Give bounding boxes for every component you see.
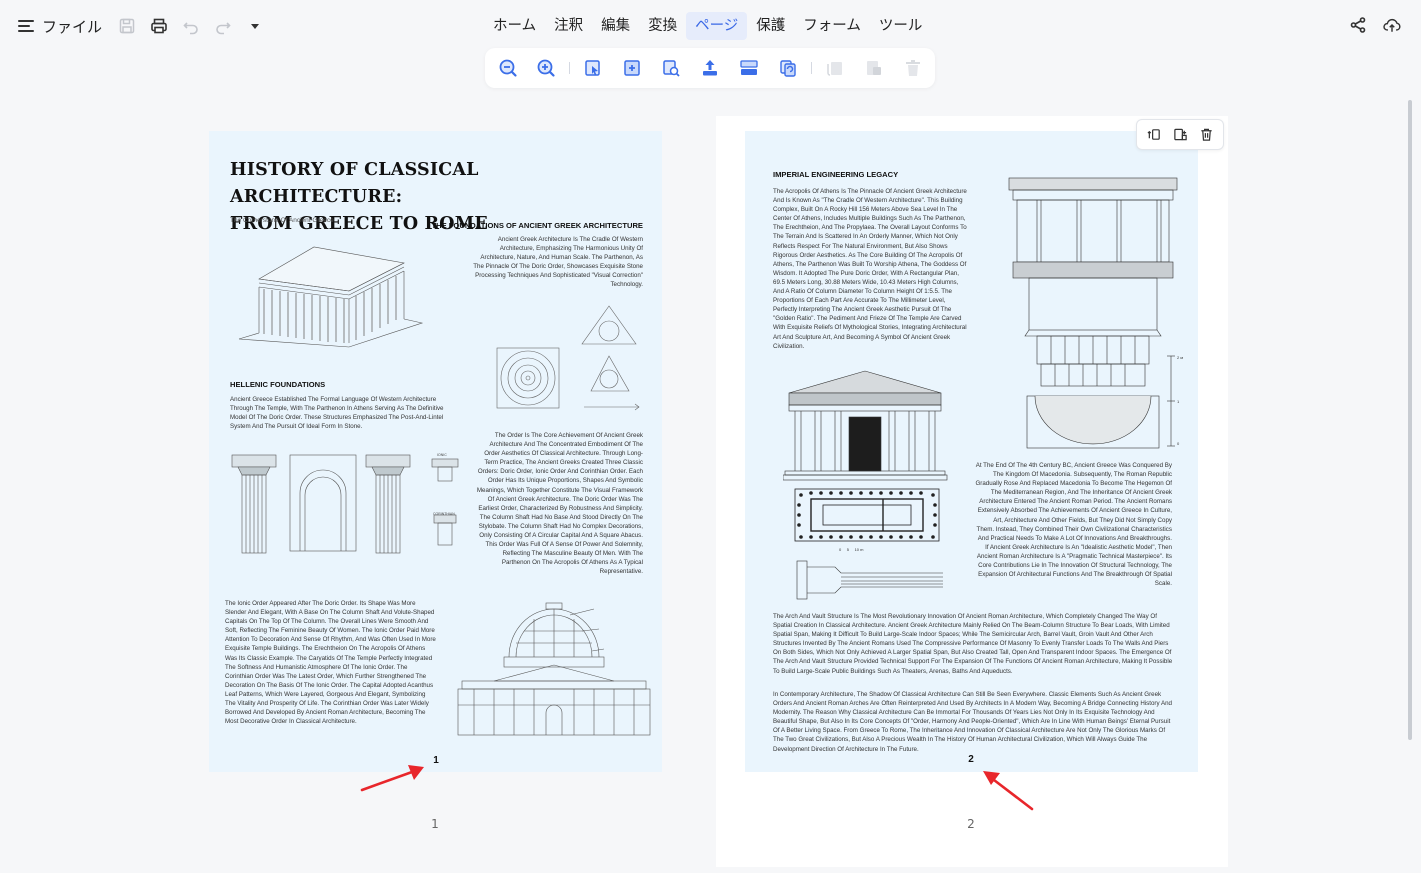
column-base-illustration	[796, 560, 943, 600]
plan-scale-label: 0 5 10 m	[839, 547, 864, 552]
parthenon-illustration	[238, 246, 424, 348]
foundations-heading: THE FOUNDATIONS OF ANCIENT GREEK ARCHITE…	[431, 221, 644, 230]
ionic-order-text: The Ionic Order Appeared After The Doric…	[225, 600, 436, 726]
tab-edit[interactable]: 編集	[592, 12, 639, 40]
imperial-heading: IMPERIAL ENGINEERING LEGACY	[773, 170, 899, 179]
dropdown-icon[interactable]	[244, 15, 266, 37]
save-icon[interactable]	[116, 15, 138, 37]
tab-page[interactable]: ページ	[686, 12, 748, 40]
cloud-upload-icon[interactable]	[1381, 14, 1403, 36]
tab-protect[interactable]: 保護	[747, 12, 794, 40]
arch-vault-text: The Arch And Vault Structure Is The Most…	[773, 613, 1173, 675]
quick-access-bar: ファイル	[18, 14, 266, 38]
tab-home[interactable]: ホーム	[484, 12, 545, 40]
select-page-icon[interactable]	[582, 57, 604, 79]
thumbnail-label-1: 1	[431, 817, 439, 831]
arrow-annotation-1	[360, 765, 424, 792]
hellenic-heading: HELLENIC FOUNDATIONS	[230, 380, 326, 389]
zoom-out-icon[interactable]	[497, 57, 519, 79]
page-hover-toolbar	[1136, 119, 1224, 150]
undo-icon[interactable]	[180, 15, 202, 37]
split-page-icon[interactable]	[738, 57, 760, 79]
rotate-right-icon[interactable]	[863, 57, 885, 79]
scale-label-1: 1	[1177, 399, 1180, 404]
tab-annotate[interactable]: 注釈	[545, 12, 592, 40]
thumbnail-label-2: 2	[967, 817, 975, 831]
trash-icon[interactable]	[1197, 126, 1215, 144]
top-right-actions	[1335, 14, 1403, 36]
main-menu-tabs: ホーム 注釈 編集 変換 ページ 保護 フォーム ツール	[484, 12, 931, 40]
geometry-diagrams	[496, 305, 640, 411]
order-text: The Order Is The Core Achievement Of Anc…	[476, 432, 643, 576]
scale-label-2m: 2 м	[1177, 355, 1184, 360]
foundations-text: Ancient Greek Architecture Is The Cradle…	[473, 236, 643, 289]
scale-label-0: 0	[1177, 441, 1180, 446]
toolbar-separator	[569, 62, 570, 74]
delete-page-icon[interactable]	[902, 57, 924, 79]
replace-page-icon[interactable]	[777, 57, 799, 79]
rotate-left-icon[interactable]	[824, 57, 846, 79]
contemporary-text: In Contemporary Architecture, The Shadow…	[773, 691, 1172, 753]
arrow-annotation-2	[983, 771, 1034, 811]
export-page-icon[interactable]	[699, 57, 721, 79]
extract-page-icon[interactable]	[660, 57, 682, 79]
tab-tools[interactable]: ツール	[870, 12, 932, 40]
print-icon[interactable]	[148, 15, 170, 37]
toolbar-separator	[811, 62, 812, 74]
tab-convert[interactable]: 変換	[639, 12, 686, 40]
page-2-number: 2	[968, 754, 974, 765]
vertical-scrollbar[interactable]	[1408, 100, 1412, 740]
column-orders-illustration	[231, 454, 459, 554]
file-menu-label: ファイル	[42, 17, 103, 36]
subtitle: The Cornerstone Of Ancient Greece	[230, 217, 334, 224]
temple-facade-illustration	[783, 370, 948, 481]
page-2[interactable]: IMPERIAL ENGINEERING LEGACY The Acropoli…	[745, 131, 1198, 772]
hellenic-text: Ancient Greece Established The Formal La…	[230, 396, 444, 431]
insert-after-icon[interactable]	[1171, 126, 1189, 144]
tab-form[interactable]: フォーム	[794, 12, 870, 40]
rotate-page-icon[interactable]	[1145, 126, 1163, 144]
page-1[interactable]: HISTORY OF CLASSICAL ARCHITECTURE: FROM …	[209, 131, 662, 772]
ionic-label: IONIC	[437, 453, 447, 457]
insert-page-icon[interactable]	[621, 57, 643, 79]
share-icon[interactable]	[1347, 14, 1369, 36]
corinthian-label: CORINTHIAN	[433, 512, 455, 516]
zoom-in-icon[interactable]	[535, 57, 557, 79]
macedonia-text: At The End Of The 4th Century BC, Ancien…	[975, 462, 1172, 588]
page-toolbar	[485, 48, 935, 88]
redo-icon[interactable]	[212, 15, 234, 37]
top-bar: ファイル ホーム 注釈 編集 変換 ページ 保護 フォーム ツール	[0, 0, 1421, 52]
page-1-number: 1	[433, 755, 439, 766]
column-detail-illustration	[1008, 177, 1178, 449]
dome-building-illustration	[457, 602, 651, 736]
hamburger-icon	[18, 20, 34, 32]
file-menu-button[interactable]: ファイル	[18, 16, 102, 37]
temple-floor-plan	[794, 488, 940, 542]
acropolis-text: The Acropolis Of Athens Is The Pinnacle …	[773, 188, 967, 350]
